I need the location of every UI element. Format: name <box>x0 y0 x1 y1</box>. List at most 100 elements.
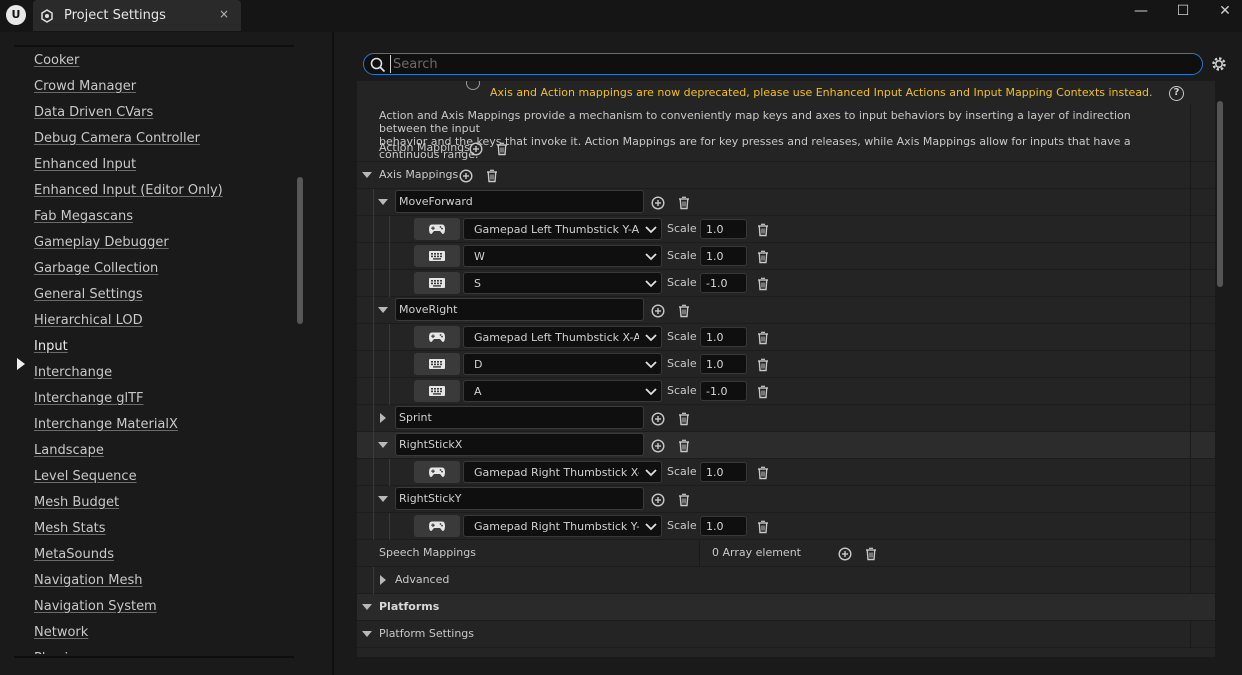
sidebar-item-debug-camera-controller[interactable]: Debug Camera Controller <box>34 131 200 151</box>
axis-name-field[interactable] <box>395 406 644 429</box>
delete-key-icon[interactable] <box>756 223 770 237</box>
delete-key-icon[interactable] <box>756 331 770 345</box>
sidebar-item-hierarchical-lod[interactable]: Hierarchical LOD <box>34 313 143 333</box>
axis-name-field[interactable] <box>395 190 644 213</box>
sidebar-item-data-driven-cvars[interactable]: Data Driven CVars <box>34 105 153 125</box>
maximize-button[interactable]: ☐ <box>1162 0 1204 22</box>
add-speech-mapping-icon[interactable] <box>838 547 852 561</box>
search-box[interactable] <box>363 53 1203 75</box>
close-tab-icon[interactable]: × <box>217 7 231 21</box>
title-bar: U Project Settings × — ☐ ✕ <box>0 0 1242 32</box>
scale-field[interactable] <box>700 219 747 239</box>
details-scrollbar[interactable] <box>1217 101 1223 287</box>
delete-key-icon[interactable] <box>756 385 770 399</box>
key-selector-button[interactable] <box>414 245 460 267</box>
scale-field[interactable] <box>700 381 747 401</box>
sidebar-item-metasounds[interactable]: MetaSounds <box>34 547 114 567</box>
add-key-icon[interactable] <box>651 493 665 507</box>
delete-key-icon[interactable] <box>756 358 770 372</box>
close-window-button[interactable]: ✕ <box>1204 0 1242 22</box>
key-dropdown[interactable]: Gamepad Right Thumbstick Y-Axis <box>463 515 662 537</box>
action-mappings-row: Action Mappings <box>357 135 1215 162</box>
sidebar-item-navigation-system[interactable]: Navigation System <box>34 599 157 619</box>
scale-field[interactable] <box>700 354 747 374</box>
add-action-mapping-icon[interactable] <box>469 142 483 156</box>
sidebar-item-interchange-materialx[interactable]: Interchange MaterialX <box>34 417 178 437</box>
delete-key-icon[interactable] <box>756 250 770 264</box>
key-dropdown[interactable]: A <box>463 380 662 402</box>
sidebar-item-crowd-manager[interactable]: Crowd Manager <box>34 79 136 99</box>
collapse-rightstickx-icon[interactable] <box>378 442 388 448</box>
sidebar-item-general-settings[interactable]: General Settings <box>34 287 143 307</box>
scale-field[interactable] <box>700 462 747 482</box>
delete-axis-mapping-icon[interactable] <box>677 493 691 507</box>
collapse-platforms-icon[interactable] <box>362 604 372 610</box>
key-dropdown[interactable]: D <box>463 353 662 375</box>
sidebar-item-mesh-stats[interactable]: Mesh Stats <box>34 521 106 541</box>
add-key-icon[interactable] <box>651 412 665 426</box>
axis-name-field[interactable] <box>395 433 644 456</box>
sidebar-item-enhanced-input-editor-only[interactable]: Enhanced Input (Editor Only) <box>34 183 223 203</box>
delete-axis-mapping-icon[interactable] <box>677 196 691 210</box>
add-key-icon[interactable] <box>651 304 665 318</box>
sidebar-item-landscape[interactable]: Landscape <box>34 443 104 463</box>
speech-mappings-label: Speech Mappings <box>379 546 476 559</box>
gear-icon[interactable] <box>1210 55 1228 73</box>
sidebar-item-enhanced-input[interactable]: Enhanced Input <box>34 157 136 177</box>
sidebar-item-input[interactable]: Input <box>34 339 68 359</box>
key-selector-button[interactable] <box>414 353 460 375</box>
collapse-rightsticky-icon[interactable] <box>378 496 388 502</box>
clear-axis-mappings-icon[interactable] <box>485 169 499 183</box>
collapse-axis-mappings-icon[interactable] <box>362 172 372 178</box>
sidebar-item-mesh-budget[interactable]: Mesh Budget <box>34 495 119 515</box>
key-dropdown[interactable]: Gamepad Right Thumbstick X-Axis <box>463 461 662 483</box>
scale-field[interactable] <box>700 246 747 266</box>
delete-axis-mapping-icon[interactable] <box>677 412 691 426</box>
delete-axis-mapping-icon[interactable] <box>677 439 691 453</box>
key-selector-button[interactable] <box>414 515 460 537</box>
scale-field[interactable] <box>700 273 747 293</box>
key-dropdown[interactable]: S <box>463 272 662 294</box>
scale-field[interactable] <box>700 327 747 347</box>
expand-sprint-icon[interactable] <box>380 413 386 423</box>
clear-speech-mappings-icon[interactable] <box>864 547 878 561</box>
key-selector-button[interactable] <box>414 272 460 294</box>
delete-key-icon[interactable] <box>756 277 770 291</box>
collapse-platform-settings-icon[interactable] <box>362 631 372 637</box>
key-selector-button[interactable] <box>414 326 460 348</box>
sidebar-item-network[interactable]: Network <box>34 625 88 645</box>
key-selector-button[interactable] <box>414 218 460 240</box>
scale-field[interactable] <box>700 516 747 536</box>
delete-axis-mapping-icon[interactable] <box>677 304 691 318</box>
collapse-moveright-icon[interactable] <box>378 307 388 313</box>
delete-key-icon[interactable] <box>756 466 770 480</box>
sidebar-item-garbage-collection[interactable]: Garbage Collection <box>34 261 158 281</box>
tab-project-settings[interactable]: Project Settings × <box>33 0 241 31</box>
axis-name-field[interactable] <box>395 487 644 510</box>
add-key-icon[interactable] <box>651 439 665 453</box>
sidebar-item-physics[interactable]: Physics <box>34 651 82 654</box>
expand-advanced-icon[interactable] <box>380 575 386 585</box>
search-input[interactable] <box>390 55 1190 73</box>
key-dropdown[interactable]: Gamepad Left Thumbstick X-Axis <box>463 326 662 348</box>
sidebar-item-fab-megascans[interactable]: Fab Megascans <box>34 209 133 229</box>
add-axis-mapping-icon[interactable] <box>459 169 473 183</box>
sidebar-item-interchange[interactable]: Interchange <box>34 365 112 385</box>
clear-action-mappings-icon[interactable] <box>495 142 509 156</box>
delete-key-icon[interactable] <box>756 520 770 534</box>
sidebar-item-gameplay-debugger[interactable]: Gameplay Debugger <box>34 235 169 255</box>
add-key-icon[interactable] <box>651 196 665 210</box>
sidebar-item-navigation-mesh[interactable]: Navigation Mesh <box>34 573 142 593</box>
key-dropdown[interactable]: W <box>463 245 662 267</box>
sidebar-item-interchange-gltf[interactable]: Interchange glTF <box>34 391 143 411</box>
sidebar-scrollbar[interactable] <box>297 177 303 324</box>
sidebar-item-level-sequence[interactable]: Level Sequence <box>34 469 137 489</box>
key-selector-button[interactable] <box>414 461 460 483</box>
minimize-button[interactable]: — <box>1120 0 1162 22</box>
help-icon[interactable]: ? <box>1169 86 1184 101</box>
key-dropdown[interactable]: Gamepad Left Thumbstick Y-Axis <box>463 218 662 240</box>
key-selector-button[interactable] <box>414 380 460 402</box>
collapse-moveforward-icon[interactable] <box>378 199 388 205</box>
sidebar-item-cooker[interactable]: Cooker <box>34 53 79 73</box>
axis-name-field[interactable] <box>395 298 644 321</box>
